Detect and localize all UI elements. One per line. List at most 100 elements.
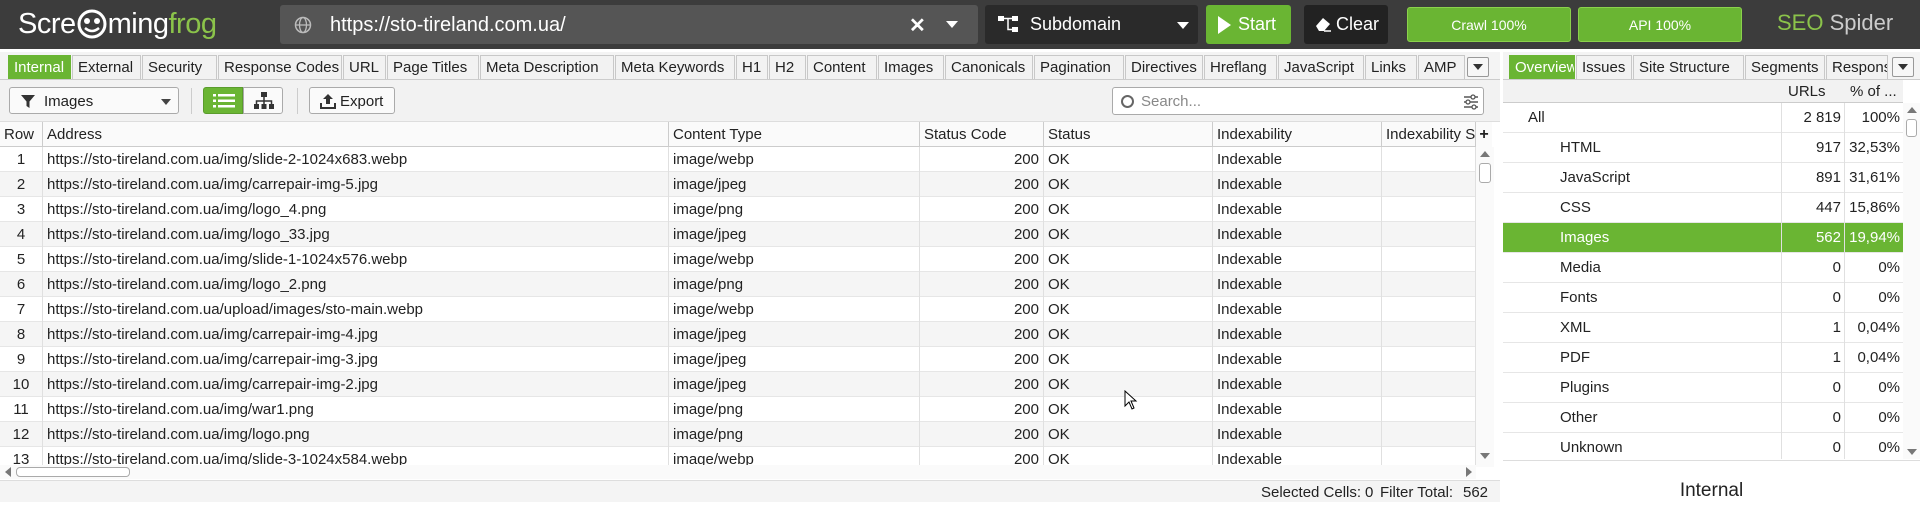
cell-indexability[interactable]: Indexable — [1213, 297, 1382, 322]
table-row[interactable]: 2 https://sto-tireland.com.ua/img/carrepa… — [0, 172, 1476, 197]
cell-row[interactable]: 2 — [0, 172, 43, 197]
column-header-status[interactable]: Status — [1044, 122, 1213, 147]
scroll-up-icon[interactable] — [1480, 151, 1490, 157]
cell-content-type[interactable]: image/webp — [669, 447, 920, 467]
cell-address[interactable]: https://sto-tireland.com.ua/img/carrepai… — [43, 372, 669, 397]
scroll-up-icon[interactable] — [1907, 107, 1917, 113]
cell-address[interactable]: https://sto-tireland.com.ua/img/logo_4.p… — [43, 197, 669, 222]
table-row[interactable]: 6 https://sto-tireland.com.ua/img/logo_2.… — [0, 272, 1476, 297]
tab-directives[interactable]: Directives — [1125, 55, 1203, 79]
cell-address[interactable]: https://sto-tireland.com.ua/img/slide-2-… — [43, 147, 669, 172]
tab-issues[interactable]: Issues — [1576, 55, 1632, 79]
cell-indexability[interactable]: Indexable — [1213, 222, 1382, 247]
column-header-indexability-status[interactable]: Indexability Status — [1382, 122, 1476, 147]
cell-status[interactable]: OK — [1044, 422, 1213, 447]
cell-indexability[interactable]: Indexable — [1213, 397, 1382, 422]
overview-row[interactable]: Fonts 0 0% — [1503, 283, 1903, 313]
tabs-overflow-dropdown[interactable] — [1467, 57, 1489, 77]
column-header-indexability[interactable]: Indexability — [1213, 122, 1382, 147]
cell-status-code[interactable]: 200 — [920, 197, 1044, 222]
cell-status-code[interactable]: 200 — [920, 372, 1044, 397]
column-header-address[interactable]: Address — [43, 122, 669, 147]
tab-segments[interactable]: Segments — [1745, 55, 1825, 79]
overview-row[interactable]: CSS 447 15,86% — [1503, 193, 1903, 223]
cell-row[interactable]: 10 — [0, 372, 43, 397]
column-header-row[interactable]: Row — [0, 122, 43, 147]
cell-indexability[interactable]: Indexable — [1213, 422, 1382, 447]
cell-status[interactable]: OK — [1044, 322, 1213, 347]
cell-content-type[interactable]: image/jpeg — [669, 372, 920, 397]
tab-overview[interactable]: Overview — [1509, 55, 1575, 79]
cell-status-code[interactable]: 200 — [920, 272, 1044, 297]
cell-indexability[interactable]: Indexable — [1213, 447, 1382, 467]
tab-canonicals[interactable]: Canonicals — [945, 55, 1033, 79]
tab-site-structure[interactable]: Site Structure — [1633, 55, 1744, 79]
cell-status-code[interactable]: 200 — [920, 397, 1044, 422]
tab-response-times[interactable]: Response Times — [1826, 55, 1888, 79]
cell-row[interactable]: 8 — [0, 322, 43, 347]
table-row[interactable]: 13 https://sto-tireland.com.ua/img/slide-… — [0, 447, 1476, 467]
cell-address[interactable]: https://sto-tireland.com.ua/img/logo_2.p… — [43, 272, 669, 297]
overview-row[interactable]: HTML 917 32,53% — [1503, 133, 1903, 163]
column-header-urls[interactable]: URLs — [1788, 83, 1826, 100]
cell-status-code[interactable]: 200 — [920, 297, 1044, 322]
column-header-content-type[interactable]: Content Type — [669, 122, 920, 147]
cell-address[interactable]: https://sto-tireland.com.ua/img/carrepai… — [43, 347, 669, 372]
cell-indexability-status[interactable] — [1382, 222, 1476, 247]
column-header-percent[interactable]: % of ... — [1850, 83, 1897, 100]
cell-indexability[interactable]: Indexable — [1213, 247, 1382, 272]
cell-indexability-status[interactable] — [1382, 272, 1476, 297]
table-row[interactable]: 4 https://sto-tireland.com.ua/img/logo_33… — [0, 222, 1476, 247]
cell-status[interactable]: OK — [1044, 297, 1213, 322]
cell-status-code[interactable]: 200 — [920, 247, 1044, 272]
cell-status[interactable]: OK — [1044, 222, 1213, 247]
cell-row[interactable]: 13 — [0, 447, 43, 467]
crawl-mode-select[interactable]: Subdomain — [985, 5, 1198, 44]
cell-indexability-status[interactable] — [1382, 147, 1476, 172]
cell-address[interactable]: https://sto-tireland.com.ua/img/war1.png — [43, 397, 669, 422]
cell-status[interactable]: OK — [1044, 272, 1213, 297]
cell-indexability-status[interactable] — [1382, 197, 1476, 222]
overview-row[interactable]: Plugins 0 0% — [1503, 373, 1903, 403]
cell-address[interactable]: https://sto-tireland.com.ua/img/logo.png — [43, 422, 669, 447]
cell-content-type[interactable]: image/webp — [669, 297, 920, 322]
overview-row[interactable]: Unknown 0 0% — [1503, 433, 1903, 459]
clear-button[interactable]: Clear — [1304, 5, 1388, 44]
cell-indexability-status[interactable] — [1382, 447, 1476, 467]
search-box[interactable] — [1112, 87, 1484, 115]
cell-content-type[interactable]: image/webp — [669, 147, 920, 172]
cell-status-code[interactable]: 200 — [920, 322, 1044, 347]
cell-address[interactable]: https://sto-tireland.com.ua/img/logo_33.… — [43, 222, 669, 247]
scroll-thumb[interactable] — [1479, 163, 1491, 183]
tab-response-codes[interactable]: Response Codes — [218, 55, 342, 79]
tab-links[interactable]: Links — [1365, 55, 1417, 79]
url-text[interactable]: https://sto-tireland.com.ua/ — [330, 14, 566, 37]
cell-status[interactable]: OK — [1044, 147, 1213, 172]
cell-indexability[interactable]: Indexable — [1213, 147, 1382, 172]
tab-security[interactable]: Security — [142, 55, 217, 79]
url-history-dropdown-icon[interactable] — [946, 21, 958, 28]
cell-content-type[interactable]: image/jpeg — [669, 347, 920, 372]
cell-row[interactable]: 3 — [0, 197, 43, 222]
tab-hreflang[interactable]: Hreflang — [1204, 55, 1277, 79]
tab-amp[interactable]: AMP — [1418, 55, 1465, 79]
scroll-thumb[interactable] — [16, 467, 130, 477]
tab-content[interactable]: Content — [807, 55, 877, 79]
cell-indexability[interactable]: Indexable — [1213, 322, 1382, 347]
table-row[interactable]: 7 https://sto-tireland.com.ua/upload/imag… — [0, 297, 1476, 322]
cell-content-type[interactable]: image/png — [669, 272, 920, 297]
table-vertical-scrollbar[interactable] — [1476, 147, 1494, 467]
cell-row[interactable]: 5 — [0, 247, 43, 272]
table-row[interactable]: 10 https://sto-tireland.com.ua/img/carrep… — [0, 372, 1476, 397]
cell-indexability[interactable]: Indexable — [1213, 272, 1382, 297]
cell-content-type[interactable]: image/png — [669, 397, 920, 422]
overview-row[interactable]: JavaScript 891 31,61% — [1503, 163, 1903, 193]
scroll-down-icon[interactable] — [1907, 449, 1917, 455]
tab-h2[interactable]: H2 — [769, 55, 806, 79]
cell-status-code[interactable]: 200 — [920, 147, 1044, 172]
cell-address[interactable]: https://sto-tireland.com.ua/img/carrepai… — [43, 172, 669, 197]
cell-content-type[interactable]: image/webp — [669, 247, 920, 272]
table-row[interactable]: 8 https://sto-tireland.com.ua/img/carrepa… — [0, 322, 1476, 347]
cell-indexability[interactable]: Indexable — [1213, 197, 1382, 222]
cell-indexability-status[interactable] — [1382, 397, 1476, 422]
